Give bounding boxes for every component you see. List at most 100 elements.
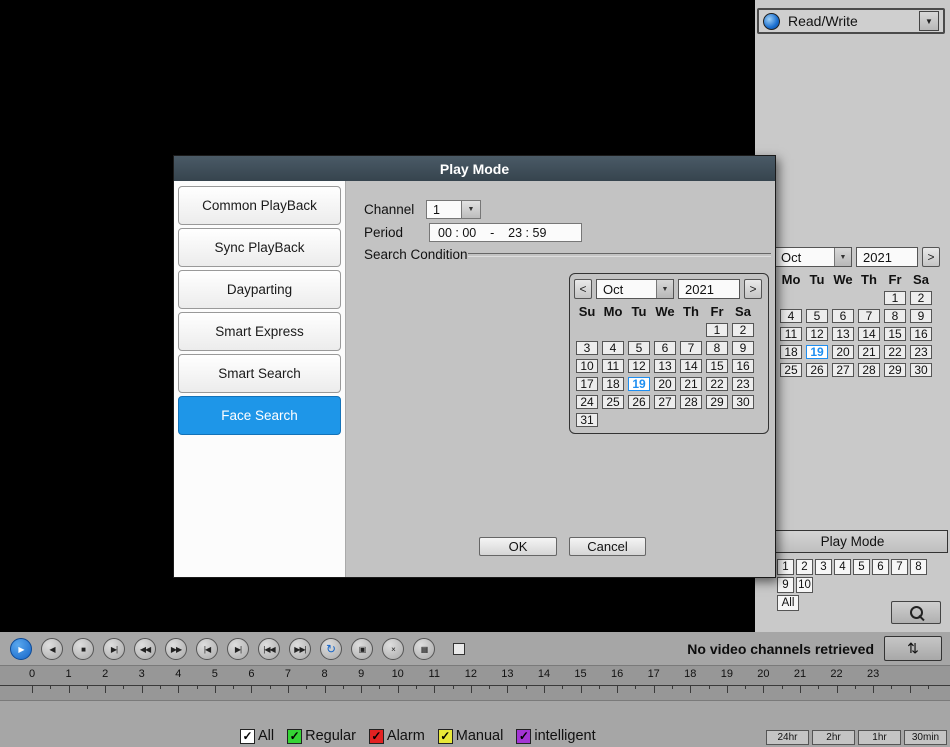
calendar-date[interactable]: 22 <box>706 377 728 391</box>
calendar-next-button[interactable]: > <box>744 279 762 299</box>
dialog-nav-smart-express[interactable]: Smart Express <box>178 312 341 351</box>
swap-panel-button[interactable]: ⇅ <box>884 636 942 661</box>
dialog-nav-smart-search[interactable]: Smart Search <box>178 354 341 393</box>
calendar-prev-button[interactable]: < <box>574 279 592 299</box>
loop-button[interactable]: ↻ <box>320 638 342 660</box>
calendar-date[interactable]: 17 <box>576 377 598 391</box>
calendar-date[interactable]: 7 <box>680 341 702 355</box>
calendar-date[interactable]: 18 <box>602 377 624 391</box>
channel-button-4[interactable]: 4 <box>834 559 851 575</box>
dialog-nav-face-search[interactable]: Face Search <box>178 396 341 435</box>
calendar-date[interactable]: 1 <box>706 323 728 337</box>
calendar-date[interactable]: 15 <box>706 359 728 373</box>
rewind-button[interactable]: ◀◀ <box>134 638 156 660</box>
channel-button-7[interactable]: 7 <box>891 559 908 575</box>
play-button[interactable]: ▶ <box>10 638 32 660</box>
calendar-date[interactable]: 7 <box>858 309 880 323</box>
calendar-date[interactable]: 5 <box>806 309 828 323</box>
calendar-date[interactable]: 4 <box>780 309 802 323</box>
calendar-date[interactable]: 3 <box>576 341 598 355</box>
close-button[interactable]: × <box>382 638 404 660</box>
channel-select-value[interactable]: 1 <box>426 200 462 219</box>
calendar-date[interactable]: 26 <box>628 395 650 409</box>
calendar-month-select[interactable]: Oct▼ <box>596 279 674 299</box>
checkbox-regular[interactable]: ✓ <box>287 729 302 744</box>
checkbox-all[interactable]: ✓ <box>240 729 255 744</box>
channel-search-button[interactable] <box>891 601 941 624</box>
calendar-date[interactable]: 28 <box>680 395 702 409</box>
dialog-nav-sync-playback[interactable]: Sync PlayBack <box>178 228 341 267</box>
calendar-date[interactable]: 30 <box>732 395 754 409</box>
range-button-30min[interactable]: 30min <box>904 730 947 745</box>
checkbox-intelligent[interactable]: ✓ <box>516 729 531 744</box>
calendar-date[interactable]: 5 <box>628 341 650 355</box>
channel-button-2[interactable]: 2 <box>796 559 813 575</box>
slow-play-button[interactable]: ▶| <box>103 638 125 660</box>
calendar-date[interactable]: 16 <box>910 327 932 341</box>
calendar-date[interactable]: 31 <box>576 413 598 427</box>
calendar-date[interactable]: 6 <box>654 341 676 355</box>
reverse-play-button[interactable]: ◀ <box>41 638 63 660</box>
grid-button[interactable]: ▦ <box>413 638 435 660</box>
calendar-date[interactable]: 21 <box>858 345 880 359</box>
calendar-date[interactable]: 13 <box>832 327 854 341</box>
chevron-down-icon[interactable]: ▼ <box>919 11 939 31</box>
calendar-date[interactable]: 9 <box>732 341 754 355</box>
channel-button-10[interactable]: 10 <box>796 577 813 593</box>
prev-file-button[interactable]: |◀◀ <box>258 638 280 660</box>
calendar-date[interactable]: 25 <box>602 395 624 409</box>
calendar-date[interactable]: 18 <box>780 345 802 359</box>
legend-item-manual[interactable]: ✓Manual <box>438 728 504 744</box>
cancel-button[interactable]: Cancel <box>569 537 646 556</box>
calendar-date[interactable]: 20 <box>832 345 854 359</box>
calendar-date[interactable]: 19 <box>806 345 828 359</box>
channel-button-6[interactable]: 6 <box>872 559 889 575</box>
calendar-date[interactable]: 15 <box>884 327 906 341</box>
calendar-date[interactable]: 12 <box>806 327 828 341</box>
dialog-nav-dayparting[interactable]: Dayparting <box>178 270 341 309</box>
channel-all-button[interactable]: All <box>777 595 799 611</box>
channel-select[interactable]: 1 ▼ <box>426 200 481 219</box>
mini-checkbox[interactable] <box>453 643 465 655</box>
calendar-date[interactable]: 27 <box>832 363 854 377</box>
ok-button[interactable]: OK <box>479 537 557 556</box>
calendar-date[interactable]: 25 <box>780 363 802 377</box>
calendar-date[interactable]: 13 <box>654 359 676 373</box>
calendar-date[interactable]: 28 <box>858 363 880 377</box>
dialog-nav-common-playback[interactable]: Common PlayBack <box>178 186 341 225</box>
legend-item-all[interactable]: ✓All <box>240 728 274 744</box>
calendar-date[interactable]: 8 <box>706 341 728 355</box>
calendar-date[interactable]: 29 <box>884 363 906 377</box>
chevron-down-icon[interactable]: ▼ <box>834 248 851 266</box>
legend-item-intelligent[interactable]: ✓intelligent <box>516 728 595 744</box>
calendar-date[interactable]: 2 <box>732 323 754 337</box>
calendar-month-select[interactable]: Oct▼ <box>774 247 852 267</box>
calendar-date[interactable]: 11 <box>602 359 624 373</box>
calendar-date[interactable]: 12 <box>628 359 650 373</box>
calendar-date[interactable]: 22 <box>884 345 906 359</box>
calendar-date[interactable]: 26 <box>806 363 828 377</box>
calendar-date[interactable]: 2 <box>910 291 932 305</box>
checkbox-alarm[interactable]: ✓ <box>369 729 384 744</box>
read-write-dropdown[interactable]: Read/Write ▼ <box>757 8 945 34</box>
calendar-date[interactable]: 21 <box>680 377 702 391</box>
calendar-date[interactable]: 20 <box>654 377 676 391</box>
calendar-next-button[interactable]: > <box>922 247 940 267</box>
calendar-date[interactable]: 23 <box>910 345 932 359</box>
range-button-1hr[interactable]: 1hr <box>858 730 901 745</box>
calendar-date[interactable]: 4 <box>602 341 624 355</box>
calendar-date[interactable]: 8 <box>884 309 906 323</box>
range-button-24hr[interactable]: 24hr <box>766 730 809 745</box>
legend-item-regular[interactable]: ✓Regular <box>287 728 356 744</box>
calendar-date[interactable]: 9 <box>910 309 932 323</box>
next-file-button[interactable]: ▶▶| <box>289 638 311 660</box>
calendar-year-select[interactable]: 2021 <box>678 279 740 299</box>
calendar-date[interactable]: 27 <box>654 395 676 409</box>
prev-frame-button[interactable]: |◀ <box>196 638 218 660</box>
stop-button[interactable]: ■ <box>72 638 94 660</box>
multi-screen-button[interactable]: ▣ <box>351 638 373 660</box>
chevron-down-icon[interactable]: ▼ <box>462 200 481 219</box>
calendar-date[interactable]: 6 <box>832 309 854 323</box>
channel-button-3[interactable]: 3 <box>815 559 832 575</box>
channel-button-8[interactable]: 8 <box>910 559 927 575</box>
